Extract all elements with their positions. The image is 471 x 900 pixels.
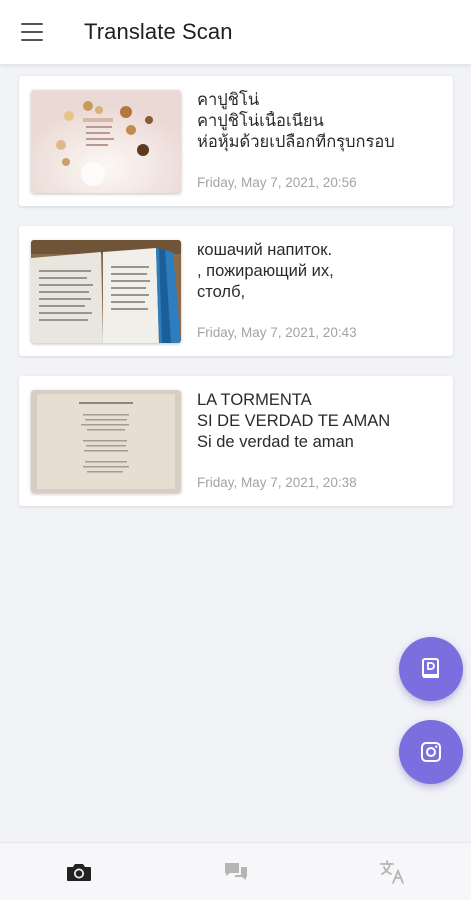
chat-icon (223, 860, 249, 884)
scan-thumbnail (31, 390, 181, 493)
scan-card[interactable]: คาปูชิโน่ คาปูชิโน่เนื้อเนียน ห่อหุ้มด้ว… (19, 76, 453, 206)
scan-text-line: LA TORMENTA (197, 391, 312, 409)
scan-text-line: Si de verdad te aman (197, 433, 354, 451)
nav-item-translate[interactable] (314, 843, 471, 900)
scan-date: Friday, May 7, 2021, 20:38 (197, 475, 357, 490)
scan-camera-button[interactable] (399, 720, 463, 784)
app-bar: Translate Scan (0, 0, 471, 64)
nav-item-camera[interactable] (0, 843, 157, 900)
scan-card[interactable]: кошачий напиток. , пожирающий их, столб,… (19, 226, 453, 356)
scan-text-line: SI DE VERDAD TE AMAN (197, 412, 391, 430)
scan-text-line: кошачий напиток. (197, 241, 333, 259)
camera-icon (65, 860, 93, 884)
scan-thumbnail (31, 90, 181, 193)
scan-text-line: ห่อหุ้มด้วยเปลือกที่กรุบกรอบ (197, 133, 395, 151)
app-title: Translate Scan (84, 19, 233, 44)
nav-item-conversation[interactable] (157, 843, 314, 900)
scan-thumbnail (31, 240, 181, 343)
scan-text: кошачий напиток. , пожирающий их, столб, (197, 240, 447, 303)
translate-icon (379, 859, 407, 885)
scan-text-line: столб, (197, 283, 246, 301)
scan-text: คาปูชิโน่ คาปูชิโน่เนื้อเนียน ห่อหุ้มด้ว… (197, 90, 447, 153)
bottom-navigation (0, 842, 471, 900)
scan-text-line: , пожирающий их, (197, 262, 334, 280)
camera-icon (419, 740, 443, 764)
scan-text: LA TORMENTA SI DE VERDAD TE AMAN Si de v… (197, 390, 447, 453)
scan-date: Friday, May 7, 2021, 20:56 (197, 175, 357, 190)
scan-text-line: คาปูชิโน่เนื้อเนียน (197, 112, 324, 130)
scan-card[interactable]: LA TORMENTA SI DE VERDAD TE AMAN Si de v… (19, 376, 453, 506)
document-icon (419, 657, 443, 681)
scan-date: Friday, May 7, 2021, 20:43 (197, 325, 357, 340)
scan-text-line: คาปูชิโน่ (197, 91, 260, 109)
hamburger-menu-icon[interactable] (20, 22, 44, 42)
scan-document-button[interactable] (399, 637, 463, 701)
